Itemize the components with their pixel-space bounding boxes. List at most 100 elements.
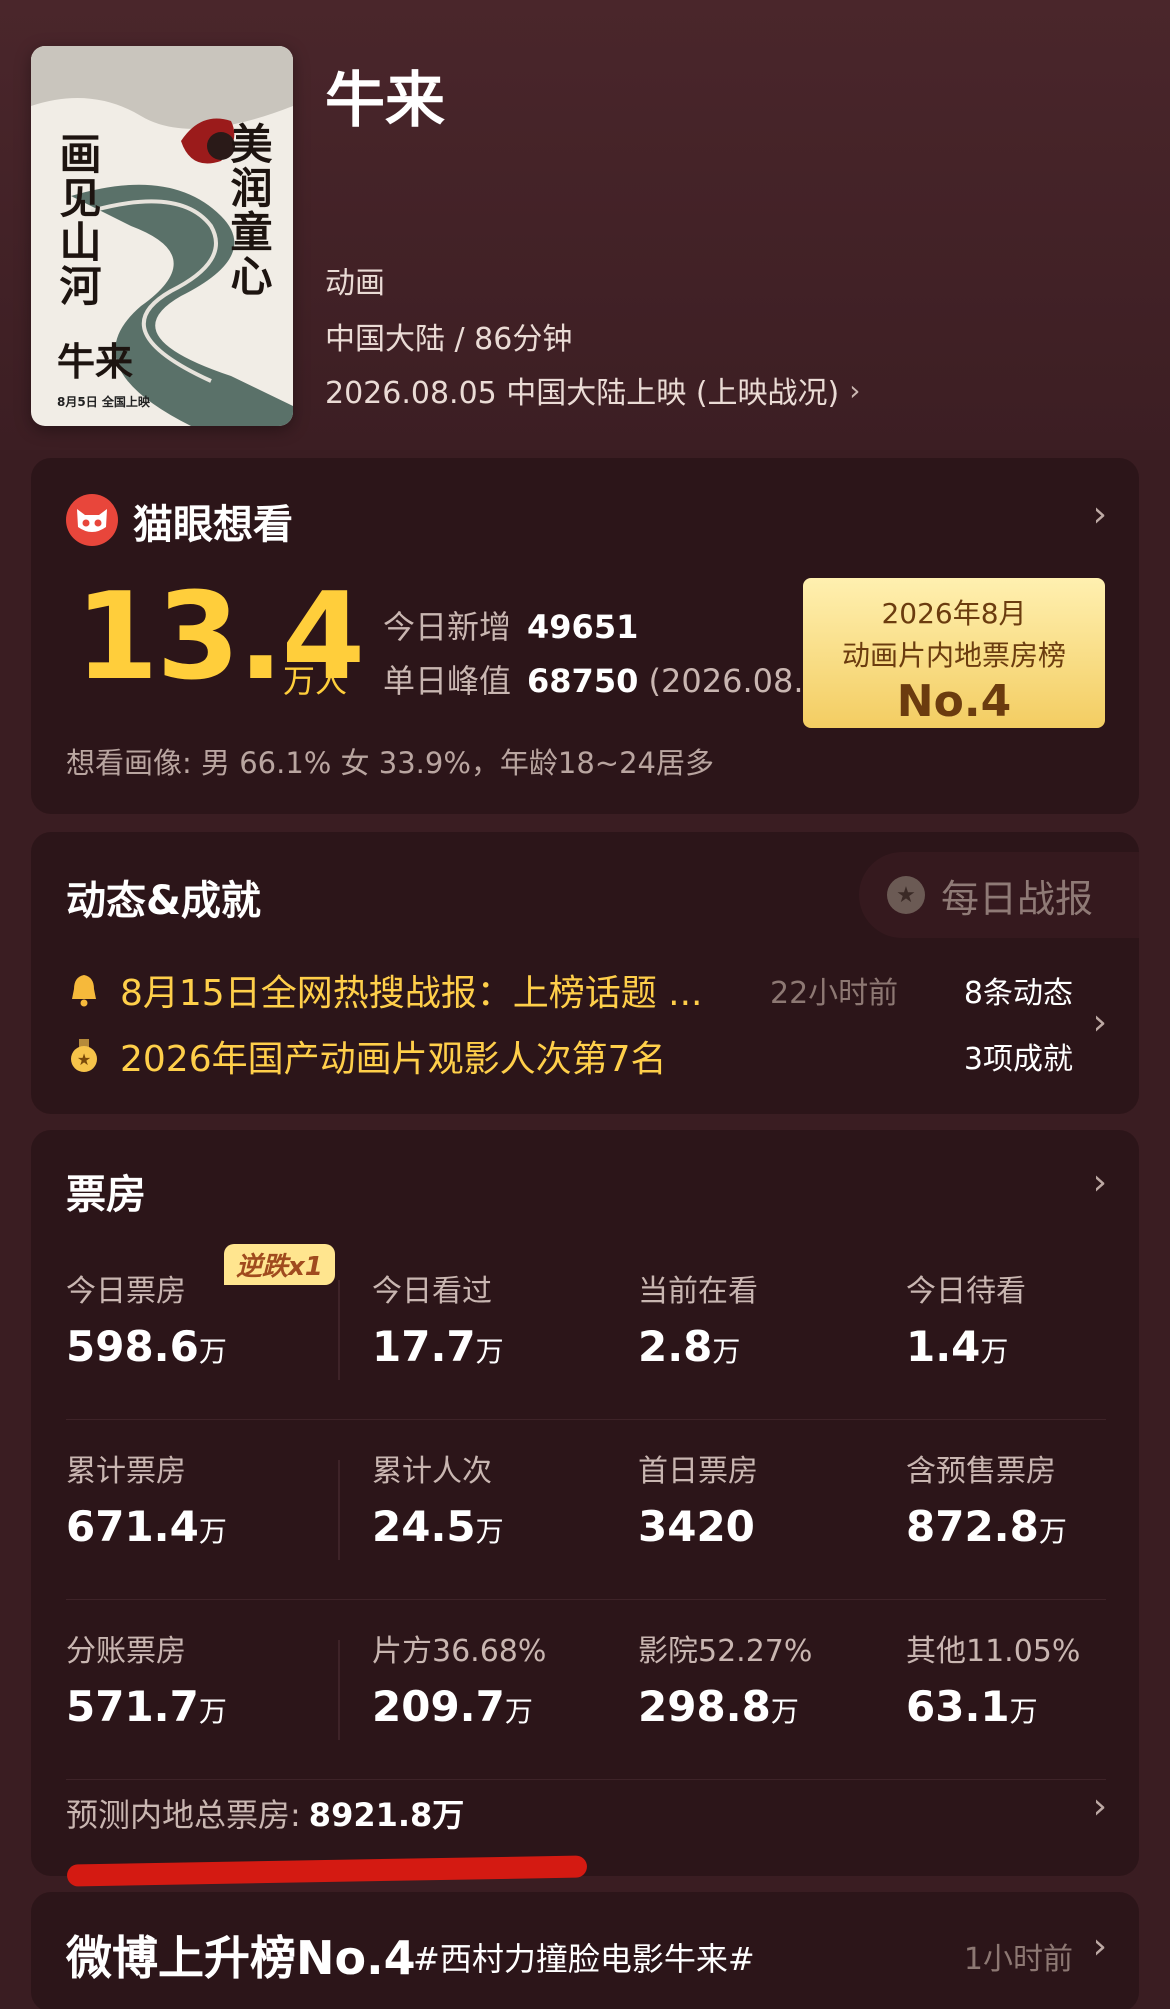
- stat-cell: 分账票房 571.7万: [66, 1626, 227, 1731]
- peak-value: 68750: [527, 662, 639, 700]
- medal-icon: ★: [66, 1039, 102, 1073]
- box-office-row: 逆跌x1 今日票房 598.6万 今日看过 17.7万 当前在看 2.8万 今日…: [66, 1240, 1106, 1420]
- chevron-right-icon[interactable]: ›: [1093, 1786, 1107, 1827]
- stat-cell: 累计人次 24.5万: [372, 1446, 504, 1551]
- stat-value: 1.4万: [906, 1322, 1026, 1371]
- stat-cell: 今日票房 598.6万: [66, 1266, 227, 1371]
- stat-unit: 万: [198, 1335, 227, 1368]
- stat-number: 571.7: [66, 1682, 199, 1731]
- rank-category: 动画片内地票房榜: [841, 639, 1066, 672]
- stat-label: 含预售票房: [906, 1454, 1056, 1489]
- poster-right-text: 美润童心: [224, 122, 273, 298]
- today-new-stat: 今日新增 49651: [383, 602, 638, 648]
- weibo-rank-card[interactable]: 微博上升榜No.4 #西村力撞脸电影牛来# 1小时前 ›: [31, 1892, 1139, 2009]
- poster-date: 8月5日 全国上映: [57, 395, 150, 409]
- stat-unit: 万: [198, 1695, 227, 1728]
- poster-left-text: 画见山河: [53, 132, 102, 308]
- box-office-title: 票房: [66, 1172, 146, 1218]
- stat-label: 今日看过: [372, 1274, 492, 1309]
- stat-number: 1.4: [906, 1322, 981, 1371]
- achievement-text: 2026年国产动画片观影人次第7名: [120, 1039, 667, 1080]
- rebound-tag: 逆跌x1: [224, 1244, 335, 1285]
- stat-value: 298.8万: [638, 1682, 812, 1731]
- want-count-unit: 万人: [283, 662, 348, 700]
- column-divider: [338, 1640, 340, 1740]
- chevron-right-icon[interactable]: ›: [1093, 494, 1107, 535]
- stat-number: 298.8: [638, 1682, 771, 1731]
- stat-label: 影院52.27%: [638, 1634, 813, 1669]
- stat-label: 其他11.05%: [906, 1634, 1081, 1669]
- maoyan-want-card[interactable]: 猫眼想看 › 13.4 万人 今日新增 49651 单日峰值 68750 (2026…: [31, 458, 1139, 814]
- chevron-right-icon[interactable]: ›: [1093, 1162, 1107, 1203]
- dynamics-card[interactable]: 动态&成就 ★ 每日战报 8月15日全网热搜战报：上榜话题 ... 22小时前 …: [31, 832, 1139, 1114]
- dynamics-count: 8条动态: [963, 976, 1073, 1011]
- stat-number: 17.7: [372, 1322, 476, 1371]
- movie-genre: 动画: [325, 266, 385, 301]
- peak-label: 单日峰值: [383, 662, 512, 700]
- box-office-rank-badge[interactable]: 2026年8月 动画片内地票房榜 No.4: [803, 578, 1105, 728]
- stat-number: 209.7: [372, 1682, 505, 1731]
- achievement-count: 3项成就: [963, 1042, 1073, 1077]
- stat-number: 598.6: [66, 1322, 199, 1371]
- stat-value: 2.8万: [638, 1322, 758, 1371]
- stat-cell: 含预售票房 872.8万: [906, 1446, 1067, 1551]
- stat-value: 24.5万: [372, 1502, 504, 1551]
- weibo-time: 1小时前: [963, 1942, 1073, 1977]
- stat-label: 分账票房: [66, 1634, 186, 1669]
- dynamics-title: 动态&成就: [66, 878, 261, 924]
- today-new-value: 49651: [527, 608, 639, 646]
- stat-value: 671.4万: [66, 1502, 227, 1551]
- news-item-text: 8月15日全网热搜战报：上榜话题 ...: [120, 973, 703, 1014]
- forecast-label: 预测内地总票房:: [66, 1796, 301, 1834]
- stat-cell: 片方36.68% 209.7万: [372, 1626, 546, 1731]
- release-info-link[interactable]: 2026.08.05 中国大陆上映 (上映战况) ›: [325, 368, 860, 412]
- stat-label: 今日待看: [906, 1274, 1026, 1309]
- movie-poster[interactable]: 画见山河 美润童心 牛来 8月5日 全国上映: [31, 46, 293, 426]
- stat-number: 63.1: [906, 1682, 1010, 1731]
- rank-month: 2026年8月: [881, 597, 1027, 630]
- weibo-rank-title: 微博上升榜No.4: [66, 1931, 416, 1985]
- bell-icon: [66, 973, 102, 1007]
- stat-number: 671.4: [66, 1502, 199, 1551]
- stat-cell: 影院52.27% 298.8万: [638, 1626, 812, 1731]
- maoyan-want-title: 猫眼想看: [133, 502, 293, 548]
- stat-unit: 万: [475, 1335, 504, 1368]
- stat-number: 2.8: [638, 1322, 713, 1371]
- peak-stat: 单日峰值 68750 (2026.08...: [383, 656, 824, 702]
- movie-region-duration: 中国大陆 / 86分钟: [325, 322, 573, 357]
- stat-value: 571.7万: [66, 1682, 227, 1731]
- news-item-time: 22小时前: [770, 976, 899, 1011]
- news-item-hot-search[interactable]: 8月15日全网热搜战报：上榜话题 ...: [66, 964, 703, 1016]
- maoyan-cat-icon: [66, 494, 118, 546]
- stat-unit: 万: [504, 1695, 533, 1728]
- stat-cell: 今日看过 17.7万: [372, 1266, 504, 1371]
- stat-unit: 万: [980, 1335, 1009, 1368]
- today-new-label: 今日新增: [383, 608, 512, 646]
- stat-label: 当前在看: [638, 1274, 758, 1309]
- daily-report-button[interactable]: ★ 每日战报: [859, 852, 1139, 938]
- box-office-card[interactable]: 票房 › 逆跌x1 今日票房 598.6万 今日看过 17.7万 当前在看 2.…: [31, 1130, 1139, 1887]
- stat-value: 63.1万: [906, 1682, 1080, 1731]
- news-item-achievement[interactable]: ★ 2026年国产动画片观影人次第7名: [66, 1030, 667, 1082]
- box-office-grid: 逆跌x1 今日票房 598.6万 今日看过 17.7万 当前在看 2.8万 今日…: [66, 1240, 1106, 1780]
- poster-name: 牛来: [57, 339, 134, 384]
- chevron-right-icon[interactable]: ›: [1093, 1926, 1107, 1967]
- stat-unit: 万: [198, 1515, 227, 1548]
- column-divider: [338, 1460, 340, 1560]
- medal-icon: ★: [887, 876, 925, 914]
- stat-value: 209.7万: [372, 1682, 546, 1731]
- chevron-right-icon[interactable]: ›: [1093, 1002, 1107, 1043]
- stat-number: 3420: [638, 1502, 755, 1551]
- stat-number: 872.8: [906, 1502, 1039, 1551]
- stat-unit: 万: [1009, 1695, 1038, 1728]
- stat-value: 3420: [638, 1502, 758, 1551]
- red-highlight-stroke: [66, 1855, 588, 1887]
- forecast-value: 8921.8万: [308, 1796, 465, 1834]
- rank-number: No.4: [896, 676, 1012, 727]
- chevron-right-icon: ›: [849, 373, 861, 407]
- forecast-box-office[interactable]: 预测内地总票房: 8921.8万: [66, 1790, 464, 1836]
- stat-value: 17.7万: [372, 1322, 504, 1371]
- stat-unit: 万: [475, 1515, 504, 1548]
- svg-text:★: ★: [77, 1050, 91, 1069]
- audience-portrait: 想看画像: 男 66.1% 女 33.9%，年龄18~24居多: [66, 746, 714, 780]
